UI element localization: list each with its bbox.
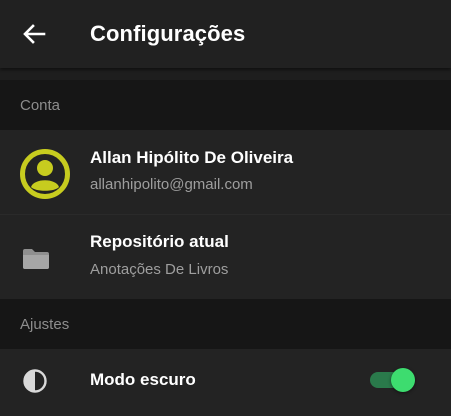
section-label: Conta [20,97,61,114]
account-row[interactable]: Allan Hipólito De Oliveira allanhipolito… [0,130,451,214]
dark-mode-toggle[interactable] [370,367,416,393]
toggle-thumb [391,368,415,392]
contrast-icon [22,368,48,394]
folder-icon [22,247,50,271]
back-button[interactable] [20,22,48,46]
page-title: Configurações [90,21,246,46]
dark-mode-row[interactable]: Modo escuro [0,349,451,416]
account-name: Allan Hipólito De Oliveira [90,148,294,167]
account-email: allanhipolito@gmail.com [90,176,253,193]
repository-row[interactable]: Repositório atual Anotações De Livros [0,214,451,299]
repository-label: Repositório atual [90,232,229,251]
section-header-conta: Conta [0,80,451,130]
repository-value: Anotações De Livros [90,261,229,278]
dark-mode-label: Modo escuro [90,370,196,389]
arrow-left-icon [23,24,46,44]
app-bar: Configurações [0,0,451,68]
section-header-ajustes: Ajustes [0,299,451,349]
section-label: Ajustes [20,316,70,333]
account-circle-icon [20,149,70,199]
